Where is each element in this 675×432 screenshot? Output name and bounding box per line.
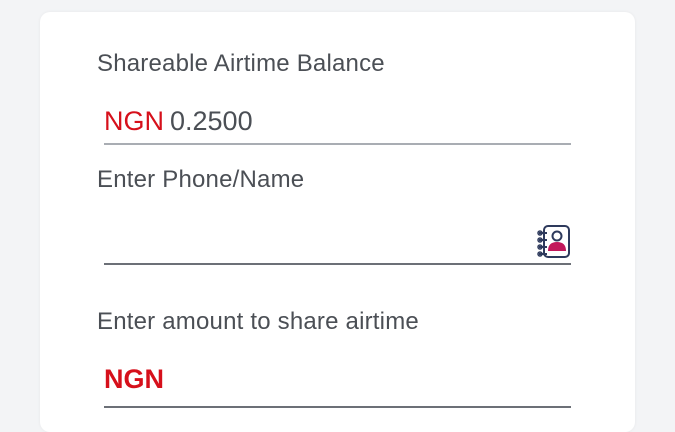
share-airtime-card: Shareable Airtime Balance NGN 0.2500 Ente… <box>40 12 635 432</box>
balance-currency: NGN <box>104 106 164 136</box>
amount-underline <box>104 406 571 408</box>
contact-book-icon[interactable] <box>533 221 577 265</box>
phone-underline <box>104 263 571 265</box>
phone-label: Enter Phone/Name <box>97 166 305 193</box>
balance-underline <box>104 143 571 145</box>
phone-name-input[interactable] <box>104 222 528 264</box>
balance-label: Shareable Airtime Balance <box>97 50 385 77</box>
amount-label: Enter amount to share airtime <box>97 308 419 335</box>
balance-value: 0.2500 <box>170 106 253 136</box>
amount-currency-prefix: NGN <box>104 364 164 395</box>
balance-display: NGN 0.2500 <box>104 106 253 137</box>
amount-currency: NGN <box>104 364 164 394</box>
amount-input[interactable] <box>180 364 564 402</box>
